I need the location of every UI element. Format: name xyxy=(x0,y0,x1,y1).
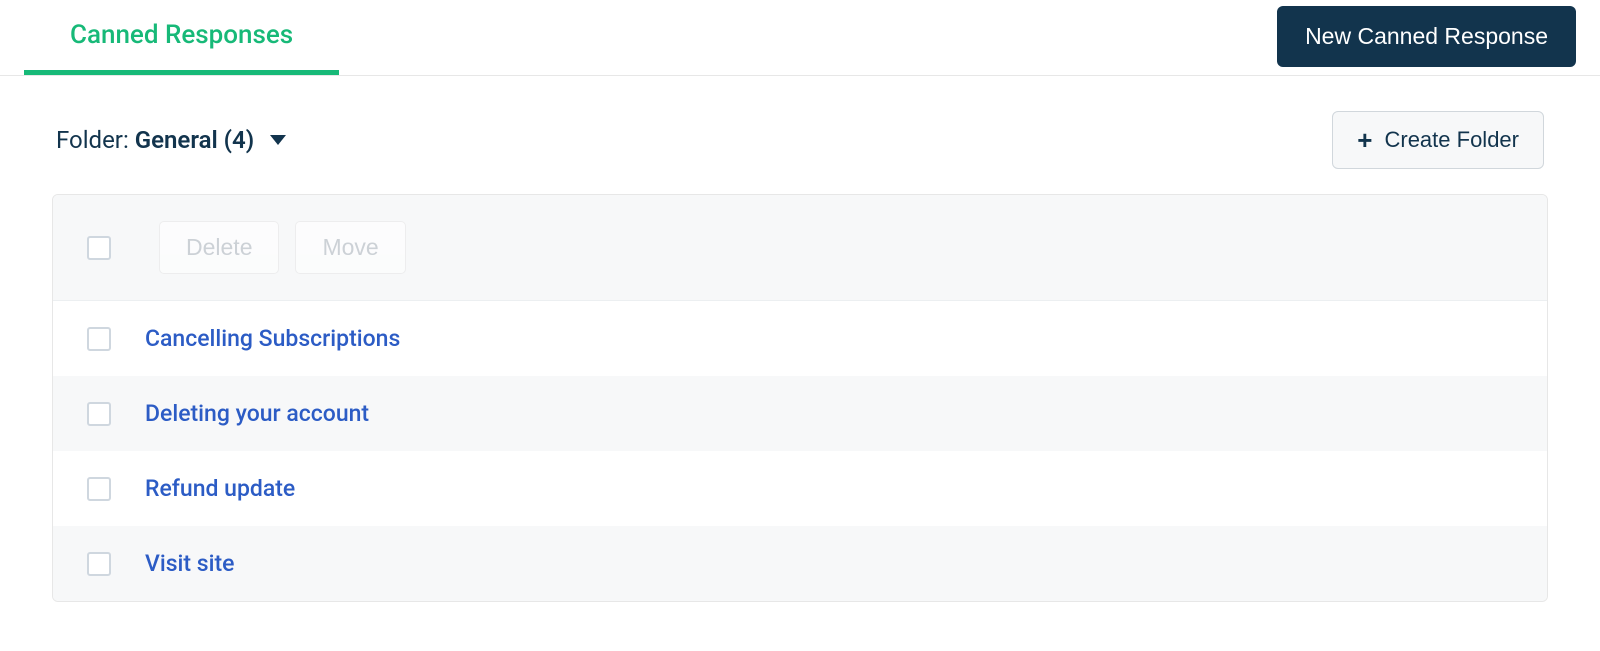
response-link[interactable]: Refund update xyxy=(145,475,295,502)
table-row: Visit site xyxy=(53,526,1547,601)
table-row: Cancelling Subscriptions xyxy=(53,301,1547,376)
create-folder-button[interactable]: + Create Folder xyxy=(1332,111,1544,169)
row-checkbox[interactable] xyxy=(87,552,111,576)
row-checkbox[interactable] xyxy=(87,477,111,501)
delete-button[interactable]: Delete xyxy=(159,221,279,274)
create-folder-label: Create Folder xyxy=(1384,127,1519,153)
table-row: Refund update xyxy=(53,451,1547,526)
new-canned-response-button[interactable]: New Canned Response xyxy=(1277,6,1576,67)
table-row: Deleting your account xyxy=(53,376,1547,451)
plus-icon: + xyxy=(1357,127,1372,153)
response-link[interactable]: Cancelling Subscriptions xyxy=(145,325,400,352)
move-button[interactable]: Move xyxy=(295,221,405,274)
response-link[interactable]: Deleting your account xyxy=(145,400,369,427)
tab-canned-responses[interactable]: Canned Responses xyxy=(24,0,339,75)
chevron-down-icon xyxy=(270,135,286,145)
responses-table: Delete Move Cancelling Subscriptions Del… xyxy=(52,194,1548,602)
folder-label: Folder: xyxy=(56,126,129,154)
row-checkbox[interactable] xyxy=(87,327,111,351)
folder-dropdown[interactable]: Folder: General (4) xyxy=(56,126,286,154)
row-checkbox[interactable] xyxy=(87,402,111,426)
select-all-checkbox[interactable] xyxy=(87,236,111,260)
response-link[interactable]: Visit site xyxy=(145,550,234,577)
table-header: Delete Move xyxy=(53,195,1547,301)
folder-selected: General (4) xyxy=(135,126,254,154)
